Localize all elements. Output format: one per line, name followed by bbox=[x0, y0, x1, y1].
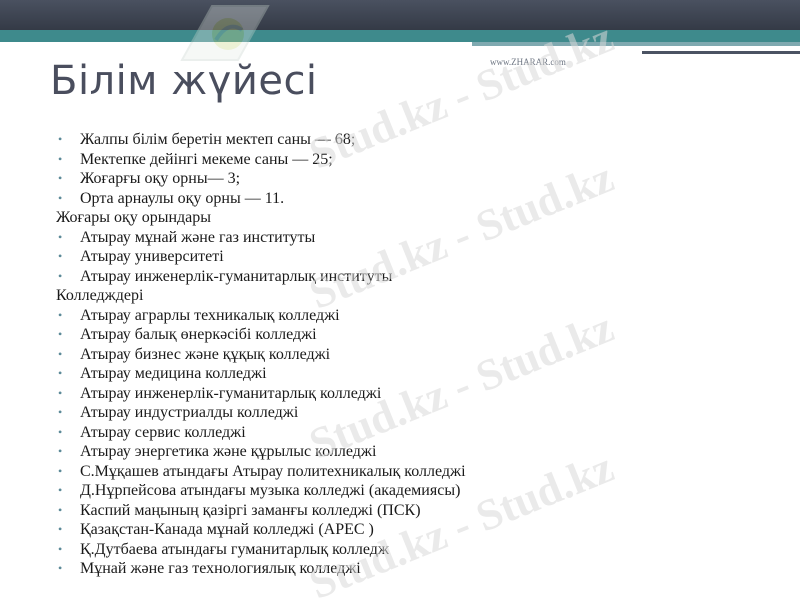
list-item: • Қазақстан-Канада мұнай колледжі (APEC ) bbox=[56, 520, 756, 540]
item-text: Атырау аграрлы техникалық колледжі bbox=[80, 306, 340, 324]
item-text: Атырау балық өнеркәсібі колледжі bbox=[80, 326, 317, 343]
item-text: Атырау мұнай және газ институты bbox=[80, 228, 316, 246]
bullet-icon: • bbox=[58, 463, 63, 478]
item-text: С.Мұқашев атындағы Атырау политехникалық… bbox=[80, 462, 466, 480]
list-item: • Атырау аграрлы техникалық колледжі bbox=[56, 306, 756, 326]
item-text: Орта арнаулы оқу орны — 11. bbox=[80, 189, 285, 207]
list-item: • Атырау индустриалды колледжі bbox=[56, 403, 756, 423]
list-item: • Атырау инженерлік-гуманитарлық институт… bbox=[56, 267, 756, 287]
item-text: Атырау сервис колледжі bbox=[80, 423, 246, 441]
list-item: • Атырау медицина колледжі bbox=[56, 364, 756, 384]
bullet-icon: • bbox=[58, 541, 63, 556]
list-item: • Атырау энергетика және құрылыс колледжі bbox=[56, 442, 756, 462]
bullet-icon: • bbox=[58, 249, 63, 263]
item-text: Жоғары оқу орындары bbox=[56, 209, 212, 226]
list-item: • С.Мұқашев атындағы Атырау политехникалы… bbox=[56, 462, 756, 482]
item-text: Қазақстан-Канада мұнай колледжі (APEC ) bbox=[80, 521, 374, 538]
list-item: • Қ.Дутбаева атындағы гуманитарлық коллед… bbox=[56, 540, 756, 560]
bullet-icon: • bbox=[58, 229, 63, 244]
bullet-icon: • bbox=[58, 268, 63, 283]
item-text: Д.Нұрпейсова атындағы музыка колледжі (а… bbox=[80, 482, 461, 499]
list-item: • Мұнай және газ технологиялық колледжі bbox=[56, 559, 756, 579]
bullet-icon: • bbox=[58, 444, 63, 458]
list-item: • Атырау инженерлік-гуманитарлық колледжі bbox=[56, 384, 756, 404]
item-text: Каспий маңының қазіргі заманғы колледжі … bbox=[80, 501, 421, 519]
item-text: Атырау инженерлік-гуманитарлық колледжі bbox=[80, 384, 382, 402]
item-text: Жалпы білім беретін мектеп саны — 68; bbox=[80, 131, 356, 148]
bullet-icon: • bbox=[58, 366, 63, 380]
section-heading: Колледждері bbox=[56, 286, 756, 306]
list-item: • Жалпы білім беретін мектеп саны — 68; bbox=[56, 130, 756, 150]
teal-decor-band bbox=[0, 30, 800, 42]
item-text: Атырау индустриалды колледжі bbox=[80, 404, 299, 421]
bullet-icon: • bbox=[58, 561, 63, 575]
bullet-icon: • bbox=[58, 424, 63, 439]
item-text: Атырау университеті bbox=[80, 248, 224, 265]
list-item: • Атырау балық өнеркәсібі колледжі bbox=[56, 325, 756, 345]
list-item: • Атырау сервис колледжі bbox=[56, 423, 756, 443]
item-text: Атырау энергетика және құрылыс колледжі bbox=[80, 443, 377, 460]
item-text: Мұнай және газ технологиялық колледжі bbox=[80, 560, 361, 577]
list-item: • Каспий маңының қазіргі заманғы колледжі… bbox=[56, 501, 756, 521]
list-item: • Атырау бизнес және құқық колледжі bbox=[56, 345, 756, 365]
bullet-icon: • bbox=[58, 151, 63, 166]
bullet-icon: • bbox=[58, 483, 63, 497]
item-text: Жоғарғы оқу орны— 3; bbox=[80, 170, 241, 187]
bullet-icon: • bbox=[58, 502, 63, 517]
item-text: Қ.Дутбаева атындағы гуманитарлық колледж bbox=[80, 540, 389, 558]
list-item: • Атырау мұнай және газ институты bbox=[56, 228, 756, 248]
item-text: Атырау инженерлік-гуманитарлық институты bbox=[80, 267, 393, 285]
item-text: Мектепке дейінгі мекеме саны — 25; bbox=[80, 150, 333, 168]
list-item: • Жоғарғы оқу орны— 3; bbox=[56, 169, 756, 189]
item-text: Атырау бизнес және құқық колледжі bbox=[80, 345, 331, 363]
bullet-icon: • bbox=[58, 327, 63, 341]
bullet-icon: • bbox=[58, 190, 63, 205]
site-mark: www.ZHARAR.com bbox=[490, 57, 566, 67]
page-title: Білім жүйесі bbox=[50, 58, 318, 104]
top-decor-bar bbox=[0, 0, 800, 30]
slide-content: • Жалпы білім беретін мектеп саны — 68; • М… bbox=[56, 130, 756, 579]
bullet-icon: • bbox=[58, 171, 63, 185]
decor-stripes bbox=[472, 42, 800, 56]
item-text: Атырау медицина колледжі bbox=[80, 365, 267, 382]
list-item: • Орта арнаулы оқу орны — 11. bbox=[56, 189, 756, 209]
list-item: • Д.Нұрпейсова атындағы музыка колледжі (… bbox=[56, 481, 756, 501]
bullet-icon: • bbox=[58, 385, 63, 400]
bullet-icon: • bbox=[58, 132, 63, 146]
section-heading: Жоғары оқу орындары bbox=[56, 208, 756, 228]
bullet-icon: • bbox=[58, 405, 63, 419]
bullet-icon: • bbox=[58, 522, 63, 536]
list-item: • Мектепке дейінгі мекеме саны — 25; bbox=[56, 150, 756, 170]
item-text: Колледждері bbox=[56, 287, 144, 304]
bullet-icon: • bbox=[58, 307, 63, 322]
list-item: • Атырау университеті bbox=[56, 247, 756, 267]
bullet-icon: • bbox=[58, 346, 63, 361]
